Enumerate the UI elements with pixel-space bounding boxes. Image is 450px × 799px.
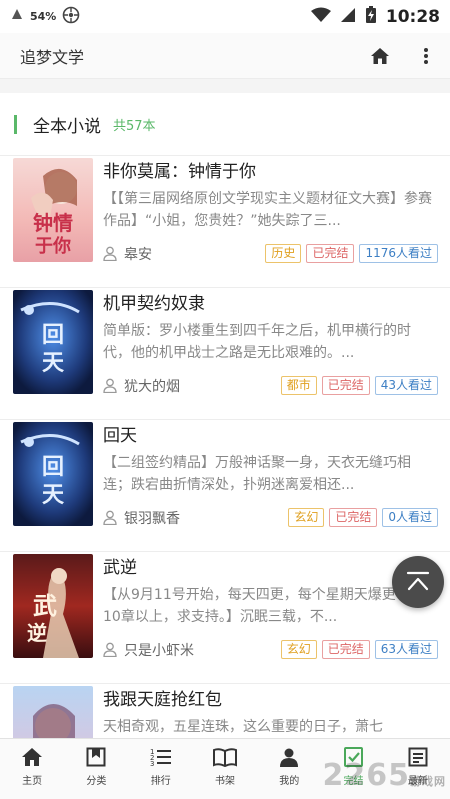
tab-home[interactable]: 主页 <box>0 739 64 799</box>
book-item[interactable]: 钟情 于你 非你莫属：钟情于你 【【第三届网络原创文学现实主义题材征文大赛】参赛… <box>0 155 450 287</box>
svg-text:回: 回 <box>42 455 64 480</box>
book-item[interactable]: 武 逆 武逆 【从9月11号开始，每天四更，每个星期天爆更一次10章以上，求支持… <box>0 551 450 683</box>
views-tag: 63人看过 <box>374 640 438 659</box>
book-description: 天相奇观，五星连珠，这么重要的日子，萧七 <box>103 719 383 735</box>
svg-text:武: 武 <box>33 592 57 620</box>
back-to-top-button[interactable] <box>392 556 444 608</box>
author-name: 银羽飘香 <box>124 510 180 527</box>
tab-label: 主页 <box>22 776 43 787</box>
book-list-panel: 全本小说 共57本 钟情 于你 非你莫属：钟情于你 【【第三届网络原创文学现实主… <box>0 93 450 738</box>
category-icon <box>86 747 106 767</box>
views-tag: 1176人看过 <box>359 244 438 263</box>
book-cover[interactable] <box>13 686 93 738</box>
section-title: 全本小说 <box>33 116 101 137</box>
sync-icon <box>62 6 80 28</box>
book-title[interactable]: 我跟天庭抢红包 <box>103 685 438 710</box>
status-tag: 已完结 <box>329 508 378 527</box>
book-description: 【【第三届网络原创文学现实主义题材征文大赛】参赛作品】“小姐，您贵姓？”她失踪了… <box>103 191 432 229</box>
svg-text:钟情: 钟情 <box>33 211 73 235</box>
author-name: 皋安 <box>124 246 152 263</box>
svg-text:于你: 于你 <box>35 235 71 257</box>
section-header: 全本小说 共57本 <box>0 93 450 155</box>
book-item[interactable]: 回 天 回天 【二组签约精品】万般神话聚一身，天衣无缝巧相连；跌宕曲折情深处，扑… <box>0 419 450 551</box>
battery-percent: 54% <box>30 10 57 23</box>
svg-text:天: 天 <box>42 483 65 508</box>
tab-completed[interactable]: 完结 <box>321 739 385 799</box>
book-item[interactable]: 我跟天庭抢红包 天相奇观，五星连珠，这么重要的日子，萧七 <box>0 683 450 738</box>
book-author: 皋安 <box>103 244 260 264</box>
status-tag: 已完结 <box>321 376 370 395</box>
book-item[interactable]: 回 天 机甲契约奴隶 简单版：罗小楼重生到四千年之后，机甲横行的时代，他的机甲战… <box>0 287 450 419</box>
user-icon <box>103 246 117 261</box>
tab-label: 分类 <box>86 776 107 787</box>
bookshelf-icon <box>212 748 237 767</box>
app-bar: 追梦文学 <box>0 33 450 79</box>
more-vert-icon[interactable] <box>414 44 438 68</box>
latest-icon <box>408 747 428 767</box>
views-tag: 43人看过 <box>374 376 438 395</box>
book-cover[interactable]: 武 逆 <box>13 554 93 658</box>
tab-bookshelf[interactable]: 书架 <box>193 739 257 799</box>
svg-text:3: 3 <box>150 760 154 767</box>
book-title[interactable]: 机甲契约奴隶 <box>103 289 438 314</box>
status-bar: 54% 10:28 <box>0 0 450 33</box>
author-name: 犹大的烟 <box>124 378 180 395</box>
home-icon <box>22 748 43 766</box>
clock: 10:28 <box>385 6 440 27</box>
status-tag: 已完结 <box>306 244 355 263</box>
book-title[interactable]: 武逆 <box>103 553 438 578</box>
svg-text:回: 回 <box>42 323 64 348</box>
app-title: 追梦文学 <box>20 47 85 67</box>
genre-tag: 玄幻 <box>280 640 317 659</box>
book-cover[interactable]: 回 天 <box>13 290 93 394</box>
genre-tag: 玄幻 <box>288 508 325 527</box>
tab-label: 最新 <box>407 776 428 787</box>
ranking-icon: 123 <box>150 748 171 767</box>
tab-label: 我的 <box>279 776 300 787</box>
book-title[interactable]: 回天 <box>103 421 438 446</box>
tab-category[interactable]: 分类 <box>64 739 128 799</box>
svg-text:天: 天 <box>42 351 65 376</box>
battery-charging-icon <box>365 5 377 28</box>
bottom-tab-bar: 主页 分类 123 排行 书架 我的 完结 最新 2265游戏网 <box>0 738 450 799</box>
tab-ranking[interactable]: 123 排行 <box>129 739 193 799</box>
tab-label: 完结 <box>343 776 364 787</box>
profile-icon <box>280 748 299 767</box>
wifi-icon <box>310 7 331 27</box>
book-author: 银羽飘香 <box>103 508 283 528</box>
section-count: 共57本 <box>113 118 156 134</box>
cellular-signal-icon <box>340 7 356 27</box>
author-name: 只是小虾米 <box>124 642 194 659</box>
book-cover[interactable]: 回 天 <box>13 422 93 526</box>
tab-profile[interactable]: 我的 <box>257 739 321 799</box>
user-icon <box>103 510 117 525</box>
tab-label: 书架 <box>214 776 235 787</box>
views-tag: 0人看过 <box>382 508 438 527</box>
book-description: 【二组签约精品】万般神话聚一身，天衣无缝巧相连；跌宕曲折情深处，扑朔迷离爱相还.… <box>103 455 411 493</box>
user-icon <box>103 378 117 393</box>
status-tag: 已完结 <box>321 640 370 659</box>
genre-tag: 历史 <box>265 244 302 263</box>
book-description: 简单版：罗小楼重生到四千年之后，机甲横行的时代，他的机甲战士之路是无比艰难的。.… <box>103 323 411 361</box>
book-author: 犹大的烟 <box>103 376 276 396</box>
user-icon <box>103 642 117 657</box>
home-icon[interactable] <box>368 44 392 68</box>
book-description: 【从9月11号开始，每天四更，每个星期天爆更一次10章以上，求支持。】沉眠三载，… <box>103 587 424 625</box>
genre-tag: 都市 <box>280 376 317 395</box>
svg-text:逆: 逆 <box>27 621 47 645</box>
notification-icon <box>10 7 24 26</box>
tab-latest[interactable]: 最新 <box>386 739 450 799</box>
book-title[interactable]: 非你莫属：钟情于你 <box>103 157 438 182</box>
book-cover[interactable]: 钟情 于你 <box>13 158 93 262</box>
back-to-top-icon <box>406 571 430 591</box>
book-author: 只是小虾米 <box>103 640 276 660</box>
section-accent-bar <box>14 114 17 134</box>
completed-icon <box>343 747 363 767</box>
tab-label: 排行 <box>150 776 171 787</box>
